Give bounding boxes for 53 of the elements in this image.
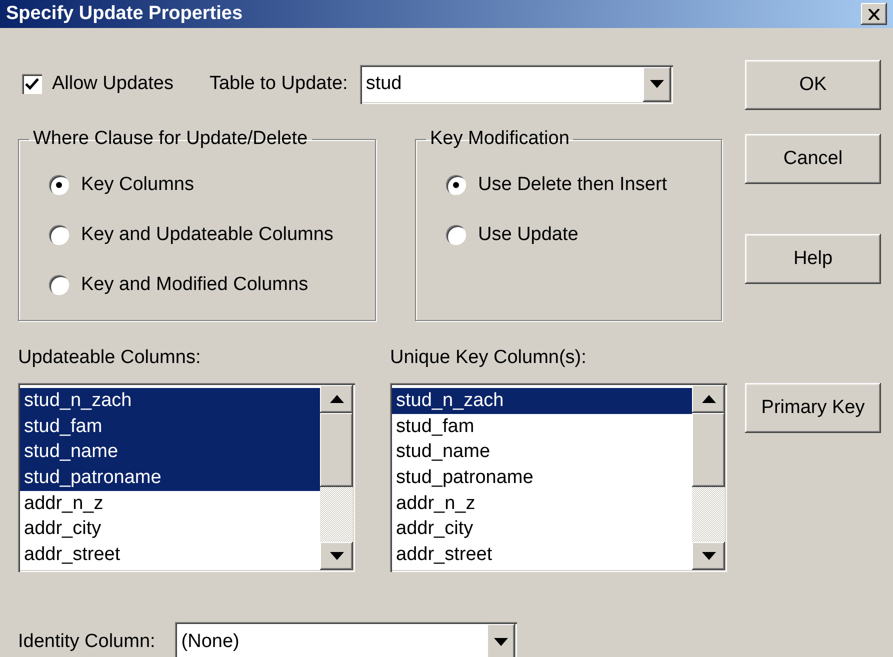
dialog-button[interactable]: Primary Key — [745, 383, 881, 433]
scrollbar[interactable] — [692, 385, 725, 570]
dropdown-button[interactable] — [642, 66, 671, 102]
checkbox[interactable] — [22, 74, 42, 94]
list-item[interactable]: stud_name — [392, 439, 692, 466]
field-label: Table to Update: — [209, 73, 348, 95]
list-item[interactable]: stud_fam — [392, 414, 692, 440]
up-arrow-icon — [330, 395, 344, 403]
list-item[interactable]: addr_n_z — [20, 490, 320, 516]
column-list[interactable]: stud_n_zach stud_fam stud_name stud_patroname addr_n_z addr_city addr_street — [390, 383, 727, 572]
group-title: Key Modification — [429, 128, 570, 150]
group-title: Where Clause for Update/Delete — [32, 128, 309, 150]
dialog-button[interactable]: OK — [745, 60, 881, 110]
down-arrow-icon — [330, 552, 344, 560]
scrollbar[interactable] — [320, 385, 353, 570]
down-arrow-icon — [702, 552, 716, 560]
list-item[interactable]: stud_patroname — [20, 465, 320, 491]
radio-label[interactable]: Key and Updateable Columns — [81, 224, 334, 246]
checkbox-label[interactable]: Allow Updates — [52, 73, 174, 95]
radio-button[interactable] — [49, 275, 69, 295]
dialog-button[interactable]: Help — [745, 234, 881, 284]
column-list[interactable]: stud_n_zach stud_fam stud_name stud_patroname addr_n_z addr_city addr_street — [18, 383, 355, 572]
list-label: Unique Key Column(s): — [390, 347, 588, 369]
list-item[interactable]: addr_city — [392, 516, 692, 542]
list-item[interactable]: addr_city — [20, 516, 320, 542]
window-title: Specify Update Properties — [6, 3, 243, 25]
identity-dropdown[interactable]: (None) — [175, 622, 518, 657]
radio-button[interactable] — [49, 225, 69, 245]
radio-label[interactable]: Use Update — [478, 224, 578, 246]
down-arrow-icon — [494, 638, 508, 646]
radio-button[interactable] — [446, 175, 466, 195]
list-item[interactable]: stud_patroname — [392, 465, 692, 491]
radio-label[interactable]: Use Delete then Insert — [478, 174, 668, 196]
radio-label[interactable]: Key Columns — [81, 174, 194, 196]
dropdown-button[interactable] — [487, 624, 516, 657]
dialog-button[interactable]: Cancel — [745, 134, 881, 184]
list-item[interactable]: stud_fam — [20, 414, 320, 440]
list-item[interactable]: addr_street — [20, 542, 320, 568]
up-arrow-icon — [702, 395, 716, 403]
list-item[interactable]: stud_n_zach — [392, 388, 692, 414]
close-icon — [868, 8, 880, 20]
radio-label[interactable]: Key and Modified Columns — [81, 274, 308, 296]
radio-button[interactable] — [446, 225, 466, 245]
close-button[interactable] — [861, 3, 887, 25]
list-item[interactable]: stud_name — [20, 439, 320, 466]
field-label: Identity Column: — [18, 631, 156, 653]
list-label: Updateable Columns: — [18, 347, 202, 369]
list-item[interactable]: stud_n_zach — [20, 388, 320, 414]
down-arrow-icon — [650, 80, 664, 88]
list-item[interactable]: addr_n_z — [392, 490, 692, 516]
radio-button[interactable] — [49, 175, 69, 195]
list-item[interactable]: addr_street — [392, 542, 692, 568]
table-dropdown[interactable]: stud — [360, 64, 673, 104]
